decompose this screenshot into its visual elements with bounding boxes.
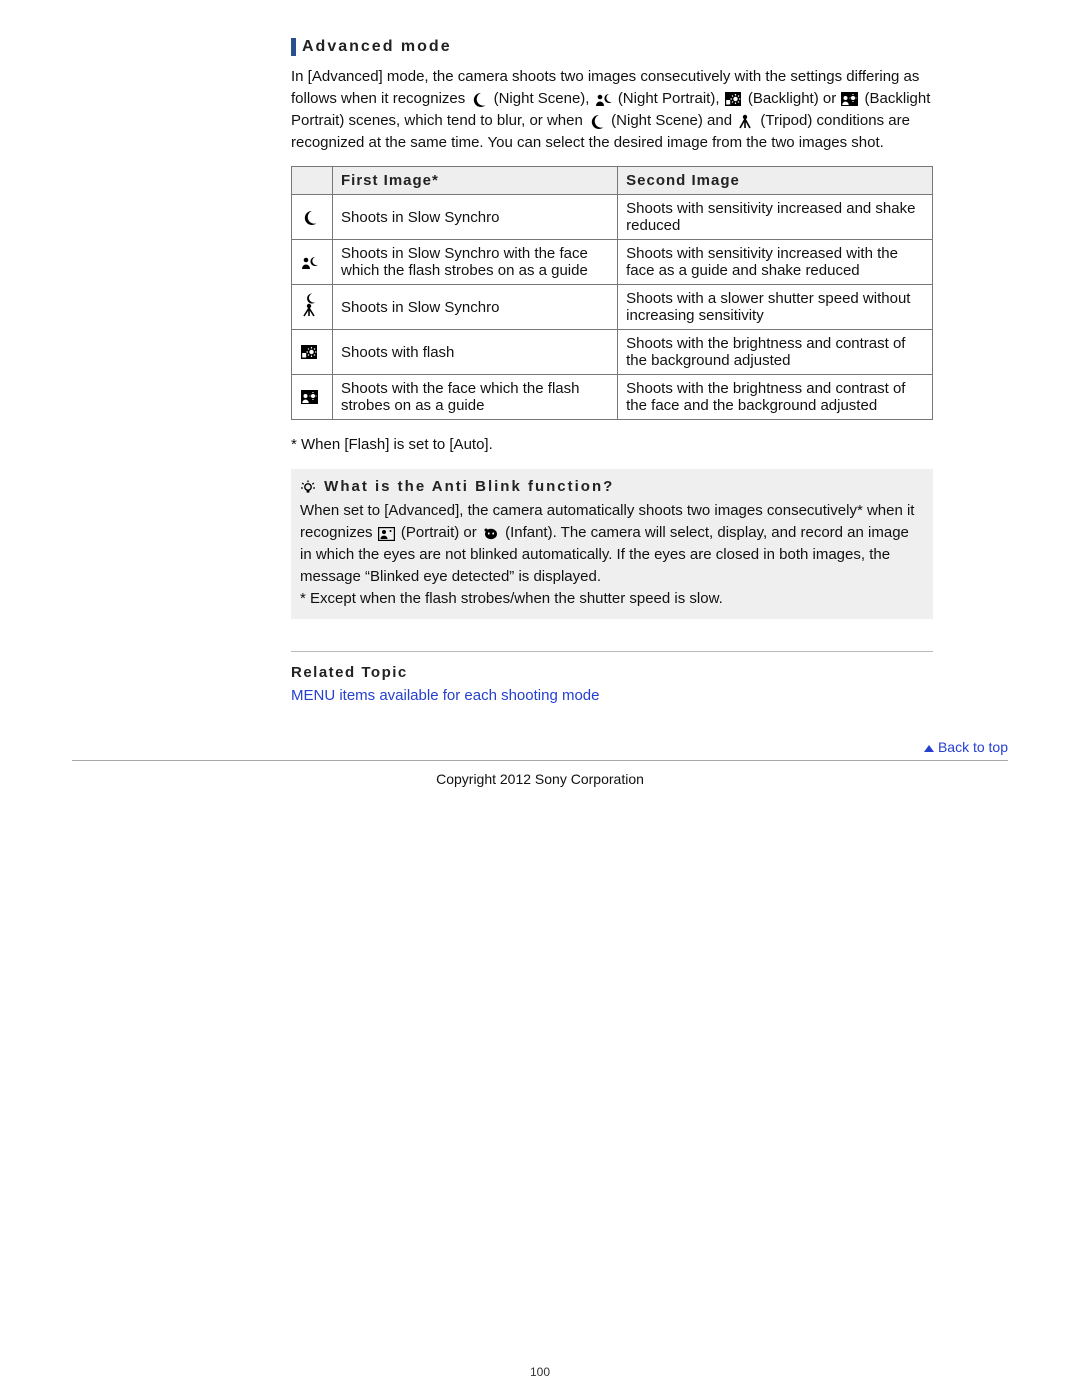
table-header-icon: [292, 167, 333, 195]
first-image-cell: Shoots in Slow Synchro with the face whi…: [333, 240, 618, 285]
tip-box: What is the Anti Blink function? When se…: [291, 469, 933, 619]
tip-note: * Except when the flash strobes/when the…: [300, 590, 723, 607]
intro-text: (Night Scene),: [494, 90, 594, 107]
night-tripod-icon: [300, 306, 318, 323]
night-scene-icon: [301, 210, 319, 225]
portrait-icon: [378, 526, 396, 541]
night-scene-icon: [588, 114, 606, 129]
second-image-cell: Shoots with sensitivity increased with t…: [618, 240, 933, 285]
night-scene-icon: [470, 92, 488, 107]
up-triangle-icon: [923, 743, 935, 753]
second-image-cell: Shoots with the brightness and contrast …: [618, 375, 933, 420]
table-row: Shoots in Slow Synchro Shoots with a slo…: [292, 285, 933, 330]
intro-text: (Backlight) or: [748, 90, 841, 107]
night-portrait-icon: [595, 92, 613, 107]
second-image-cell: Shoots with sensitivity increased and sh…: [618, 195, 933, 240]
infant-icon: [482, 526, 500, 541]
tripod-icon: [737, 114, 755, 129]
table-header-first: First Image*: [333, 167, 618, 195]
first-image-cell: Shoots with the face which the flash str…: [333, 375, 618, 420]
second-image-cell: Shoots with the brightness and contrast …: [618, 330, 933, 375]
table-row: Shoots in Slow Synchro with the face whi…: [292, 240, 933, 285]
back-to-top-link[interactable]: Back to top: [923, 739, 1008, 755]
page-number: 100: [0, 1365, 1080, 1379]
backlight-portrait-icon: [841, 92, 859, 107]
tip-text: (Portrait) or: [401, 524, 481, 541]
related-topic-link[interactable]: MENU items available for each shooting m…: [291, 687, 599, 704]
first-image-cell: Shoots with flash: [333, 330, 618, 375]
divider: [291, 651, 933, 652]
table-row: Shoots in Slow Synchro Shoots with sensi…: [292, 195, 933, 240]
tip-heading-text: What is the Anti Blink function?: [324, 478, 614, 495]
backlight-icon: [725, 92, 743, 107]
intro-text: (Night Portrait),: [618, 90, 724, 107]
backlight-icon: [301, 345, 319, 360]
back-to-top-label: Back to top: [938, 739, 1008, 755]
section-heading: Advanced mode: [291, 38, 933, 56]
related-topic-heading: Related Topic: [291, 664, 933, 681]
hint-icon: [300, 478, 318, 495]
flash-footnote: * When [Flash] is set to [Auto].: [291, 436, 933, 453]
night-portrait-icon: [301, 255, 319, 270]
first-image-cell: Shoots in Slow Synchro: [333, 285, 618, 330]
second-image-cell: Shoots with a slower shutter speed witho…: [618, 285, 933, 330]
table-row: Shoots with flash Shoots with the bright…: [292, 330, 933, 375]
intro-text: (Night Scene) and: [611, 112, 736, 129]
first-image-cell: Shoots in Slow Synchro: [333, 195, 618, 240]
mode-comparison-table: First Image* Second Image Shoots in Slow…: [291, 166, 933, 420]
backlight-portrait-icon: [301, 390, 319, 405]
intro-paragraph: In [Advanced] mode, the camera shoots tw…: [291, 66, 933, 154]
table-row: Shoots with the face which the flash str…: [292, 375, 933, 420]
copyright-text: Copyright 2012 Sony Corporation: [0, 771, 1080, 787]
table-header-second: Second Image: [618, 167, 933, 195]
